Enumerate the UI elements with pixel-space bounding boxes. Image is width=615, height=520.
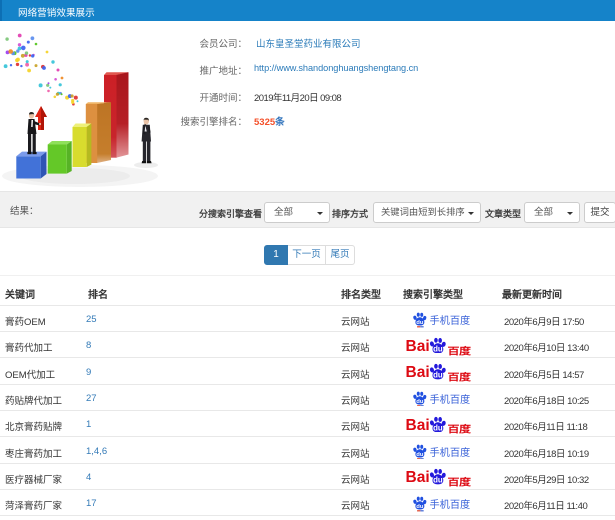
svg-text:du: du [416,399,424,405]
svg-text:du: du [416,320,424,326]
svg-text:du: du [416,504,424,510]
svg-text:du: du [416,452,424,458]
svg-text:du: du [433,423,443,432]
svg-text:du: du [433,476,443,485]
svg-text:du: du [433,344,443,353]
svg-text:du: du [433,371,443,380]
